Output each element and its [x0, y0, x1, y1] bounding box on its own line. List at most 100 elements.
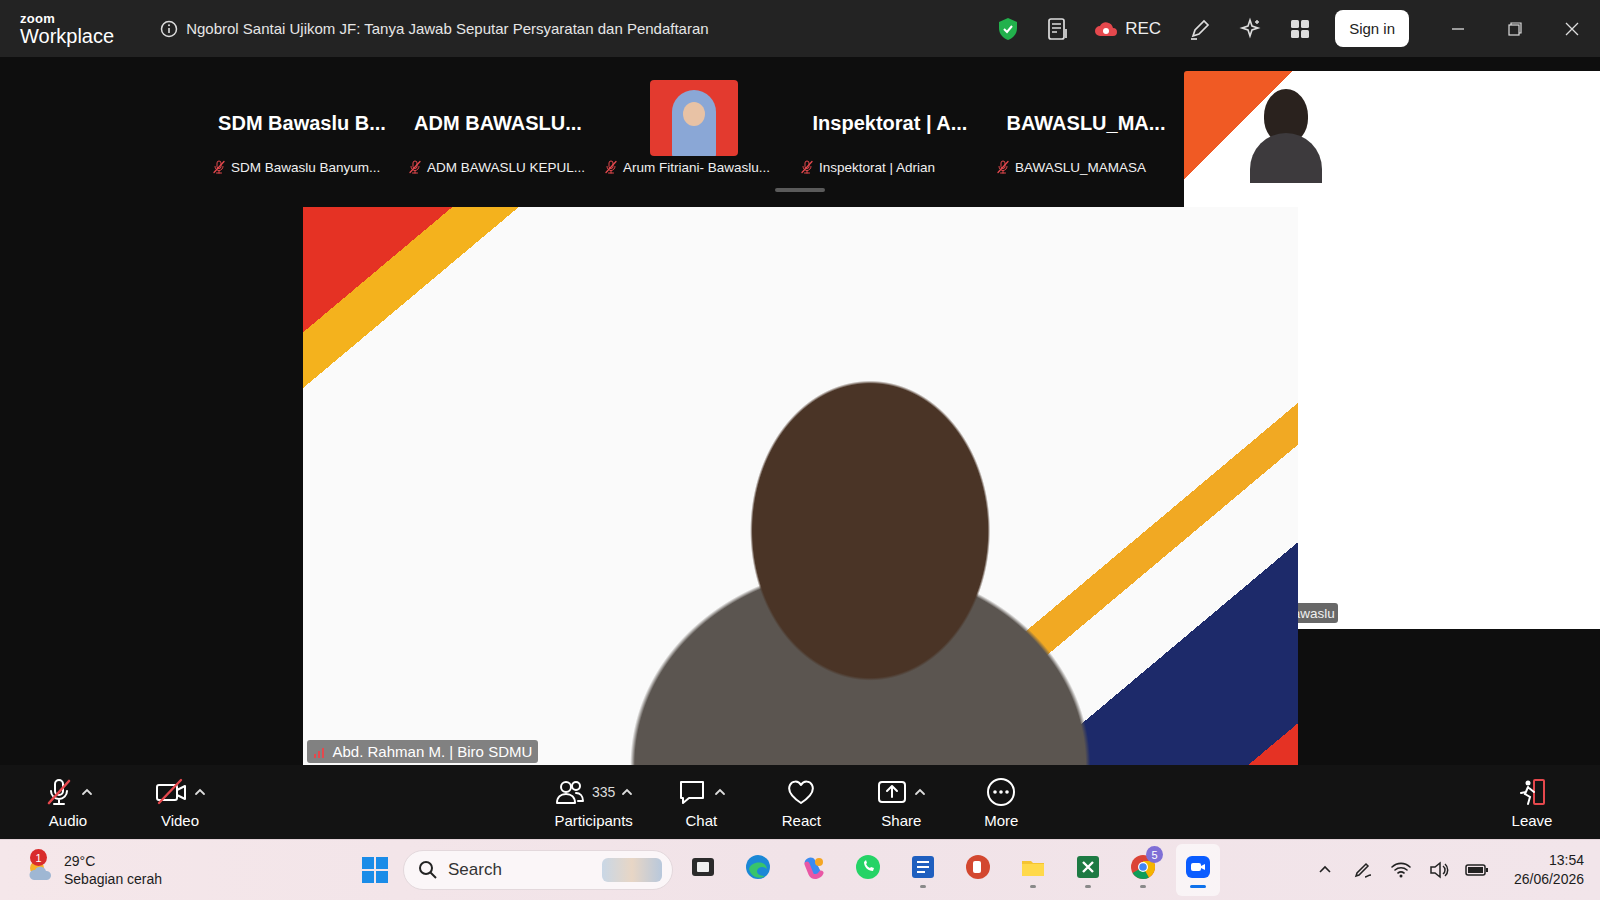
- wifi-icon[interactable]: [1390, 859, 1412, 881]
- weather-widget[interactable]: 129°CSebagian cerah: [0, 852, 355, 888]
- taskbar-app[interactable]: [901, 844, 945, 896]
- title-text: Ngobrol Santai Ujikom JF: Tanya Jawab Se…: [186, 20, 709, 37]
- audio-button[interactable]: Audio: [30, 772, 106, 833]
- chat-icon[interactable]: [676, 776, 708, 808]
- battery-icon[interactable]: [1464, 859, 1490, 881]
- speaker-label: Abd. Rahman M. | Biro SDMU: [307, 740, 539, 763]
- taskbar-app[interactable]: [1066, 844, 1110, 896]
- participant-tile[interactable]: Inspektorat | A...Inspektorat | Adrian: [792, 71, 988, 183]
- weather-icon[interactable]: 1: [24, 854, 56, 886]
- word-icon[interactable]: [909, 853, 937, 881]
- button-label: Leave: [1512, 812, 1553, 829]
- running-indicator: [975, 885, 981, 888]
- apps-icon[interactable]: [1288, 17, 1312, 41]
- button-label: React: [782, 812, 821, 829]
- clock[interactable]: 13:5426/06/2026: [1514, 851, 1584, 889]
- participant-tile[interactable]: ADM BAWASLU... ADM BAWASLU KEPUL...: [400, 71, 596, 183]
- mic-muted-icon: [407, 159, 423, 175]
- minimize-icon[interactable]: [1429, 22, 1486, 36]
- zoom-icon[interactable]: [1184, 853, 1212, 881]
- share-icon[interactable]: [876, 776, 908, 808]
- taskbar-app[interactable]: [956, 844, 1000, 896]
- more-icon[interactable]: [985, 776, 1017, 808]
- volume-icon[interactable]: [1428, 859, 1450, 881]
- react-button[interactable]: React: [763, 772, 839, 833]
- speaker-video: Abd. Rahman M. | Biro SDMU: [303, 207, 1298, 765]
- weather-temp: 29°C: [64, 852, 162, 870]
- powerpoint-icon[interactable]: [964, 853, 992, 881]
- meeting-title[interactable]: Ngobrol Santai Ujikom JF: Tanya Jawab Se…: [160, 20, 709, 38]
- logo-top: zoom: [20, 12, 114, 25]
- leave-button[interactable]: Leave: [1494, 772, 1570, 833]
- video-icon[interactable]: [154, 776, 188, 808]
- caret-up-icon[interactable]: [714, 786, 726, 798]
- participant-display-name: ADM BAWASLU...: [414, 112, 582, 135]
- excel-icon[interactable]: [1074, 853, 1102, 881]
- files-icon[interactable]: [1019, 853, 1047, 881]
- search-box[interactable]: Search: [403, 850, 673, 890]
- notes-icon[interactable]: [1046, 17, 1070, 41]
- participant-display-name: BAWASLU_MA...: [1007, 112, 1166, 135]
- copilot-icon[interactable]: [799, 853, 827, 881]
- audio-icon[interactable]: [43, 776, 75, 808]
- annotate-icon[interactable]: [1188, 17, 1212, 41]
- chat-button[interactable]: Chat: [663, 772, 739, 833]
- taskbar-app[interactable]: [846, 844, 890, 896]
- taskbar-app[interactable]: [1176, 844, 1220, 896]
- video-button[interactable]: Video: [142, 772, 218, 833]
- taskbar-app[interactable]: [791, 844, 835, 896]
- participant-label: BAWASLU_MAMASA: [992, 157, 1149, 177]
- running-indicator: [1085, 885, 1091, 888]
- rec-label: REC: [1125, 19, 1161, 39]
- title-bar: zoomWorkplace Ngobrol Santai Ujikom JF: T…: [0, 0, 1600, 57]
- clock-time: 13:54: [1549, 851, 1584, 870]
- pen-input-icon[interactable]: [1352, 859, 1374, 881]
- meeting-toolbar: Audio Video 335Participants Chat React Share M…: [0, 765, 1600, 839]
- participant-label: ADM BAWASLU KEPUL...: [404, 157, 588, 177]
- button-label: Audio: [49, 812, 87, 829]
- meeting-area: SDM Bawaslu B...SDM Bawaslu Banyum...ADM…: [0, 57, 1600, 765]
- participant-name: BAWASLU_MAMASA: [1015, 160, 1146, 175]
- participants-button[interactable]: 335Participants: [548, 772, 639, 833]
- taskbar-app[interactable]: 5: [1121, 844, 1165, 896]
- notification-badge: 1: [30, 849, 47, 866]
- participant-label: SDM Bawaslu Banyum...: [208, 157, 383, 177]
- participant-count: 335: [592, 784, 615, 800]
- button-label: Chat: [686, 812, 718, 829]
- caret-up-icon[interactable]: [621, 786, 633, 798]
- share-button[interactable]: Share: [863, 772, 939, 833]
- signal-icon: [313, 745, 327, 759]
- caret-up-icon[interactable]: [914, 786, 926, 798]
- chevron-up-icon[interactable]: [1316, 861, 1334, 879]
- search-highlight-image: [602, 858, 662, 882]
- restore-icon[interactable]: [1486, 22, 1543, 36]
- close-icon[interactable]: [1543, 22, 1600, 36]
- more-button[interactable]: More: [963, 772, 1039, 833]
- participant-tile[interactable]: BAWASLU_MA... BAWASLU_MAMASA: [988, 71, 1184, 183]
- button-label: More: [984, 812, 1018, 829]
- info-icon[interactable]: [160, 20, 178, 38]
- leave-icon[interactable]: [1516, 776, 1548, 808]
- taskbar-app[interactable]: [1011, 844, 1055, 896]
- running-indicator: [700, 885, 706, 888]
- taskview-icon[interactable]: [689, 853, 717, 881]
- taskbar-app[interactable]: [736, 844, 780, 896]
- caret-up-icon[interactable]: [194, 786, 206, 798]
- resize-handle[interactable]: [775, 188, 825, 192]
- caret-up-icon[interactable]: [81, 786, 93, 798]
- participant-tile[interactable]: Arum Fitriani- Bawaslu...: [596, 71, 792, 183]
- app-badge: 5: [1146, 846, 1163, 863]
- react-icon[interactable]: [785, 776, 817, 808]
- edge-icon[interactable]: [744, 853, 772, 881]
- participants-icon[interactable]: [554, 776, 586, 808]
- whatsapp-icon[interactable]: [854, 853, 882, 881]
- shield-icon[interactable]: [997, 17, 1019, 41]
- recording-indicator[interactable]: REC: [1083, 19, 1175, 39]
- logo-name: Workplace: [20, 26, 114, 46]
- sparkle-icon[interactable]: [1238, 17, 1262, 41]
- participant-tile[interactable]: SDM Bawaslu B...SDM Bawaslu Banyum...: [204, 71, 400, 183]
- taskbar-app[interactable]: [681, 844, 725, 896]
- sign-in-button[interactable]: Sign in: [1335, 10, 1409, 47]
- start-button[interactable]: [355, 850, 395, 890]
- participant-name: ADM BAWASLU KEPUL...: [427, 160, 585, 175]
